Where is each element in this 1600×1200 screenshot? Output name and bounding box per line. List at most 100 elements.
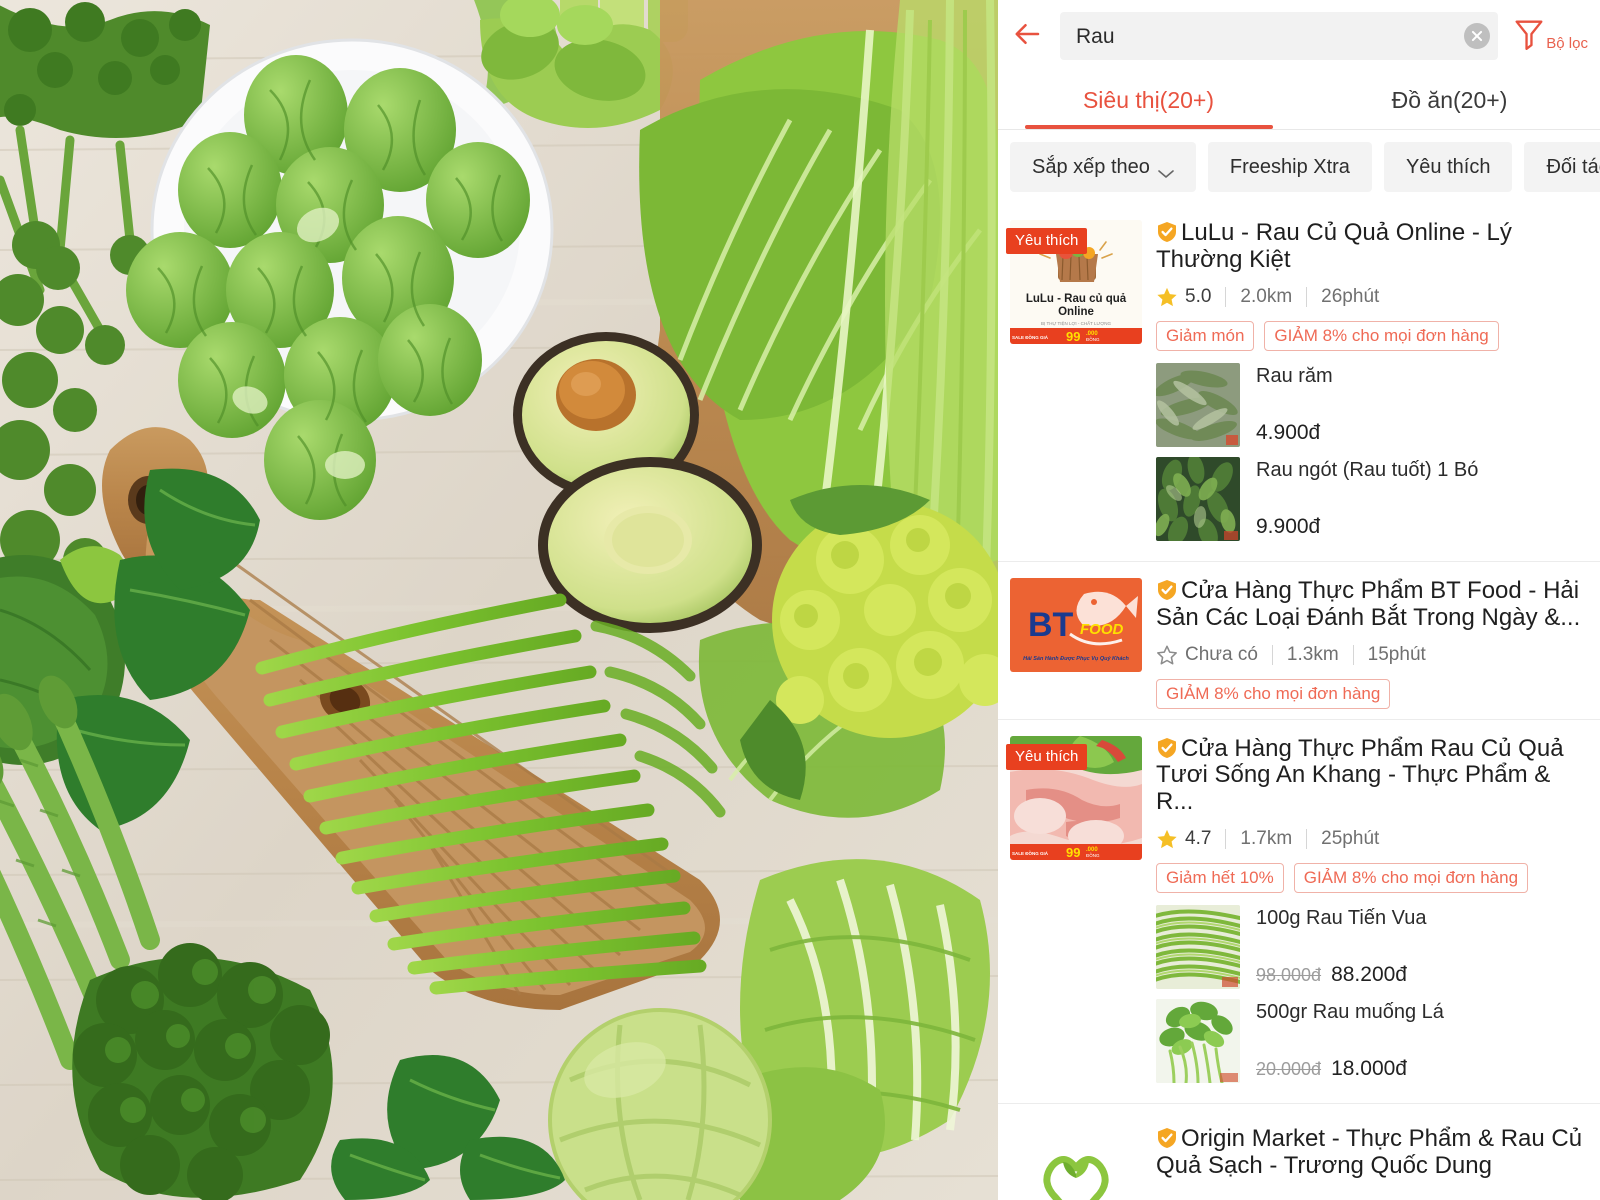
product-price-line: 20.000đ 18.000đ bbox=[1256, 1057, 1592, 1081]
star-icon bbox=[1156, 828, 1178, 850]
store-delivery-time: 15phút bbox=[1367, 643, 1426, 665]
store-rating: Chưa có bbox=[1185, 643, 1258, 665]
svg-text:ĐỒNG: ĐỒNG bbox=[1086, 852, 1100, 858]
clear-icon[interactable] bbox=[1464, 23, 1491, 49]
tab-sieu-thi-label: Siêu thị(20+) bbox=[1082, 87, 1215, 113]
product-name: Rau ngót (Rau tuốt) 1 Bó bbox=[1256, 458, 1479, 481]
search-input-value: Rau bbox=[1076, 24, 1115, 48]
product-info: Rau răm 4.900đ bbox=[1256, 363, 1592, 447]
product-price: 4.900đ bbox=[1256, 420, 1321, 444]
store-info: Origin Market - Thực Phẩm & Rau Củ Quả S… bbox=[1156, 1125, 1600, 1200]
product-price-line: 4.900đ bbox=[1256, 421, 1592, 445]
svg-text:SALE ĐỒNG GIÁ: SALE ĐỒNG GIÁ bbox=[1012, 334, 1049, 340]
store-name: Origin Market - Thực Phẩm & Rau Củ Quả S… bbox=[1156, 1125, 1583, 1179]
product-name: Rau răm bbox=[1256, 364, 1333, 387]
store-info: LuLu - Rau Củ Quả Online - Lý Thường Kiệ… bbox=[1156, 219, 1600, 551]
search-results-panel: Rau Bộ lọc Siêu thị(20+) Đồ ăn(20+) Sắp … bbox=[998, 0, 1600, 1200]
store-info: Cửa Hàng Thực Phẩm BT Food - Hải Sản Các… bbox=[1156, 576, 1600, 709]
product-thumbnail bbox=[1156, 999, 1240, 1084]
store-promo-list: Giảm hết 10% GIẢM 8% cho mọi đơn hàng bbox=[1156, 863, 1592, 894]
origin-market-logo-icon bbox=[1037, 1144, 1115, 1200]
star-icon bbox=[1156, 286, 1178, 308]
product-info: 500gr Rau muống Lá 20.000đ 18.000đ bbox=[1256, 999, 1592, 1083]
product-row[interactable]: Rau ngót (Rau tuốt) 1 Bó 9.900đ bbox=[1156, 456, 1592, 541]
product-price: 9.900đ bbox=[1256, 514, 1321, 538]
store-name-row: Cửa Hàng Thực Phẩm Rau Củ Quả Tươi Sống … bbox=[1156, 734, 1592, 817]
vegetable-photo bbox=[0, 0, 998, 1200]
svg-text:99: 99 bbox=[1066, 845, 1080, 860]
chip-doi-tac-label: Đối tác bbox=[1546, 155, 1600, 178]
meta-separator bbox=[1352, 644, 1354, 665]
store-name: Cửa Hàng Thực Phẩm BT Food - Hải Sản Các… bbox=[1156, 576, 1581, 631]
product-list: 100g Rau Tiến Vua 98.000đ 88.200đ 500gr … bbox=[1156, 905, 1592, 1084]
product-price-line: 9.900đ bbox=[1256, 515, 1592, 539]
chip-freeship-xtra[interactable]: Freeship Xtra bbox=[1207, 142, 1372, 192]
store-rating: 4.7 bbox=[1185, 828, 1212, 850]
store-delivery-time: 26phút bbox=[1321, 285, 1380, 307]
app-screenshot: Rau Bộ lọc Siêu thị(20+) Đồ ăn(20+) Sắp … bbox=[0, 0, 1600, 1200]
svg-text:ĐỒNG: ĐỒNG bbox=[1086, 336, 1100, 342]
filter-button[interactable]: Bộ lọc bbox=[1504, 18, 1592, 55]
store-thumbnail: BT FOOD Hải Sản Hành Được Phục Vụ Quý Kh… bbox=[1010, 577, 1142, 672]
store-promo-list: Giảm món GIẢM 8% cho mọi đơn hàng bbox=[1156, 320, 1592, 351]
product-price-line: 98.000đ 88.200đ bbox=[1256, 963, 1592, 987]
product-row[interactable]: 100g Rau Tiến Vua 98.000đ 88.200đ bbox=[1156, 905, 1592, 990]
meta-separator bbox=[1306, 286, 1308, 307]
product-old-price: 20.000đ bbox=[1256, 1059, 1322, 1080]
chip-sap-xep-theo[interactable]: Sắp xếp theo bbox=[1010, 142, 1196, 192]
product-price: 88.200đ bbox=[1331, 963, 1407, 987]
product-row[interactable]: Rau răm 4.900đ bbox=[1156, 362, 1592, 447]
meta-separator bbox=[1271, 644, 1273, 665]
store-name-row: LuLu - Rau Củ Quả Online - Lý Thường Kiệ… bbox=[1156, 219, 1592, 274]
filter-label: Bộ lọc bbox=[1546, 34, 1588, 52]
store-distance: 2.0km bbox=[1240, 285, 1293, 307]
filter-chip-row: Sắp xếp theo Freeship Xtra Yêu thích Đối… bbox=[998, 130, 1600, 204]
back-button[interactable] bbox=[1002, 10, 1054, 62]
verified-icon bbox=[1156, 1127, 1178, 1149]
chip-yeu-thich[interactable]: Yêu thích bbox=[1383, 142, 1513, 192]
store-thumbnail-wrap: Yêu thích bbox=[1006, 220, 1142, 551]
chip-doi-tac[interactable]: Đối tác bbox=[1524, 142, 1600, 192]
store-rating: 5.0 bbox=[1185, 285, 1212, 307]
store-card[interactable]: Origin Market - Thực Phẩm & Rau Củ Quả S… bbox=[998, 1104, 1600, 1200]
store-card[interactable]: Yêu thích bbox=[998, 204, 1600, 562]
store-info: Cửa Hàng Thực Phẩm Rau Củ Quả Tươi Sống … bbox=[1156, 734, 1600, 1094]
store-name: LuLu - Rau Củ Quả Online - Lý Thường Kiệ… bbox=[1156, 219, 1512, 273]
tab-do-an-label: Đồ ăn(20+) bbox=[1391, 87, 1508, 113]
chevron-down-icon bbox=[1158, 162, 1174, 178]
promo-badge: GIẢM 8% cho mọi đơn hàng bbox=[1156, 678, 1391, 709]
product-info: Rau ngót (Rau tuốt) 1 Bó 9.900đ bbox=[1256, 457, 1592, 541]
store-distance: 1.3km bbox=[1286, 643, 1339, 665]
product-list: Rau răm 4.900đ Rau ngót (Rau tuốt) 1 Bó … bbox=[1156, 362, 1592, 541]
search-input[interactable]: Rau bbox=[1060, 12, 1499, 60]
tab-do-an[interactable]: Đồ ăn(20+) bbox=[1299, 72, 1600, 129]
back-arrow-icon bbox=[1013, 19, 1043, 54]
store-card[interactable]: BT FOOD Hải Sản Hành Được Phục Vụ Quý Kh… bbox=[998, 562, 1600, 720]
svg-text:SALE ĐỒNG GIÁ: SALE ĐỒNG GIÁ bbox=[1012, 850, 1049, 856]
star-outline-icon bbox=[1156, 644, 1178, 666]
svg-text:FOOD: FOOD bbox=[1080, 621, 1123, 638]
product-price: 18.000đ bbox=[1331, 1057, 1407, 1081]
store-promo-list: GIẢM 8% cho mọi đơn hàng bbox=[1156, 678, 1592, 709]
store-distance: 1.7km bbox=[1240, 828, 1293, 850]
svg-text:99: 99 bbox=[1066, 329, 1080, 344]
svg-text:Hải Sản Hành Được Phục Vụ Quý: Hải Sản Hành Được Phục Vụ Quý Khách bbox=[1023, 656, 1129, 662]
product-name: 500gr Rau muống Lá bbox=[1256, 1001, 1444, 1024]
svg-text:BỊ THỰ TIỆN LỢI - CHẤT LƯỢNG: BỊ THỰ TIỆN LỢI - CHẤT LƯỢNG bbox=[1041, 319, 1111, 326]
favorite-badge: Yêu thích bbox=[1006, 743, 1088, 770]
store-thumbnail-wrap: Yêu thích bbox=[1006, 735, 1142, 1094]
product-name: 100g Rau Tiến Vua bbox=[1256, 907, 1427, 930]
store-logo-wrap bbox=[1010, 1126, 1142, 1200]
product-row[interactable]: 500gr Rau muống Lá 20.000đ 18.000đ bbox=[1156, 999, 1592, 1084]
product-info: 100g Rau Tiến Vua 98.000đ 88.200đ bbox=[1256, 905, 1592, 989]
verified-icon bbox=[1156, 579, 1178, 601]
store-meta: 5.0 2.0km 26phút bbox=[1156, 286, 1592, 308]
store-name-row: Origin Market - Thực Phẩm & Rau Củ Quả S… bbox=[1156, 1125, 1592, 1180]
tab-sieu-thi[interactable]: Siêu thị(20+) bbox=[998, 72, 1299, 129]
funnel-icon bbox=[1514, 18, 1544, 55]
product-thumbnail bbox=[1156, 456, 1240, 541]
svg-text:LuLu - Rau củ quả: LuLu - Rau củ quả bbox=[1026, 293, 1127, 305]
store-meta: Chưa có 1.3km 15phút bbox=[1156, 644, 1592, 666]
store-card[interactable]: Yêu thích bbox=[998, 720, 1600, 1105]
store-name: Cửa Hàng Thực Phẩm Rau Củ Quả Tươi Sống … bbox=[1156, 734, 1564, 816]
